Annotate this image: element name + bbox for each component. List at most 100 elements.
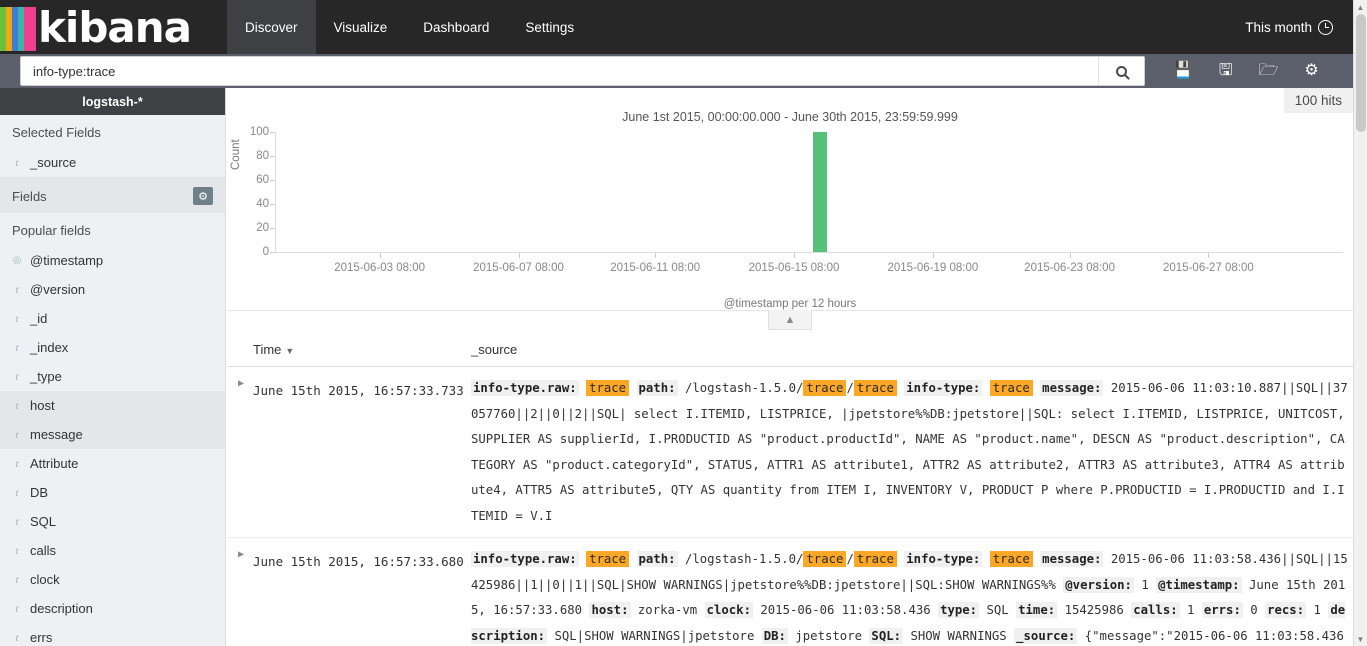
chart-bars (276, 132, 1343, 252)
x-tick-label: 2015-06-11 08:00 (610, 262, 701, 274)
source-field-value: /logstash-1.5.0/ (684, 552, 804, 566)
table-row[interactable]: ▶ June 15th 2015, 16:57:33.733 info-type.r… (227, 367, 1353, 538)
source-field-value: 15425986 (1064, 603, 1124, 617)
time-picker-label: This month (1245, 19, 1312, 35)
search-highlight: trace (853, 380, 897, 396)
source-field-key: type: (938, 602, 980, 618)
y-tick-label: 20 (256, 222, 269, 234)
popular-field-host[interactable]: t host (0, 391, 225, 420)
gear-icon[interactable]: ⚙ (193, 187, 213, 205)
popular-field-description[interactable]: t description (0, 594, 225, 623)
popular-field-id[interactable]: t _id (0, 304, 225, 333)
source-field-value: 0 (1250, 603, 1258, 617)
popular-field-timestamp[interactable]: ◎ @timestamp (0, 246, 225, 275)
cell-source: info-type.raw: trace path: /logstash-1.5… (471, 376, 1353, 529)
source-field-value: 1 (1313, 603, 1321, 617)
index-pattern-selector[interactable]: logstash-* (0, 88, 225, 115)
source-field-value: / (846, 552, 854, 566)
field-name: _type (30, 369, 62, 384)
source-field-key: info-type.raw: (471, 380, 579, 396)
clock-icon (1318, 19, 1333, 35)
cell-source: info-type.raw: trace path: /logstash-1.5… (471, 547, 1353, 646)
x-tick-label: 2015-06-03 08:00 (334, 262, 426, 274)
field-type-icon: t (15, 156, 19, 169)
scrollbar-thumb[interactable] (1356, 14, 1366, 132)
field-name: description (30, 601, 93, 616)
x-tick-label: 2015-06-19 08:00 (887, 262, 979, 274)
top-navigation-bar: kibana Discover Visualize Dashboard Setting… (0, 0, 1353, 61)
field-name: host (30, 398, 55, 413)
page-scrollbar[interactable]: ▲ ▼ (1353, 0, 1367, 646)
field-type-icon: t (15, 283, 19, 296)
open-search-icon[interactable]: 🗁 (1259, 63, 1279, 79)
time-picker[interactable]: This month (1245, 0, 1353, 54)
x-tick-label: 2015-06-23 08:00 (1024, 262, 1115, 274)
nav-item-discover[interactable]: Discover (226, 0, 316, 61)
field-name: DB (30, 485, 49, 500)
x-tick-mark (655, 253, 657, 258)
selected-fields-title: Selected Fields (12, 125, 101, 140)
table-row[interactable]: ▶ June 15th 2015, 16:57:33.680 info-type.r… (227, 538, 1353, 646)
source-field-key: info-type: (904, 380, 983, 396)
search-input[interactable] (21, 57, 1098, 85)
scroll-up-arrow[interactable]: ▲ (1354, 0, 1367, 14)
y-tick-label: 60 (256, 174, 269, 186)
field-name: _source (30, 155, 77, 170)
popular-field-errs[interactable]: t errs (0, 623, 225, 646)
nav-item-dashboard[interactable]: Dashboard (405, 0, 507, 54)
source-field-value: SQL|SHOW WARNINGS|jpetstore (554, 628, 755, 643)
document-rows: ▶ June 15th 2015, 16:57:33.733 info-type.r… (227, 367, 1353, 646)
field-type-icon: t (15, 399, 19, 412)
search-highlight: trace (586, 551, 630, 567)
field-type-icon: t (15, 341, 19, 354)
source-field-key: path: (636, 380, 678, 396)
column-header-time[interactable]: Time ▼ (227, 342, 471, 357)
new-search-icon[interactable]: 💾 (1173, 63, 1193, 79)
search-submit-button[interactable] (1098, 57, 1144, 85)
nav-items: Discover Visualize Dashboard Settings (226, 0, 592, 61)
field-name: Attribute (30, 456, 79, 471)
caret-right-icon[interactable]: ▶ (227, 547, 253, 646)
source-field-key: info-type.raw: (471, 551, 579, 567)
popular-field-SQL[interactable]: t SQL (0, 507, 225, 536)
source-field-key: message: (1040, 551, 1104, 567)
popular-field-Attribute[interactable]: t Attribute (0, 449, 225, 478)
y-tick-label: 0 (262, 246, 269, 258)
kibana-discover-page: kibana Discover Visualize Dashboard Setting… (0, 0, 1367, 646)
field-sidebar: logstash-* Selected Fields t _source Fiel… (0, 88, 226, 646)
x-tick-label: 2015-06-07 08:00 (473, 262, 564, 274)
popular-field-type[interactable]: t _type (0, 362, 225, 391)
field-type-icon: t (15, 457, 19, 470)
main-content: 100 hits June 1st 2015, 00:00:00.000 - J… (227, 88, 1353, 646)
index-pattern-label: logstash-* (82, 94, 143, 109)
field-name: @timestamp (30, 253, 104, 268)
search-tools: 💾 🖫 🗁 ⚙ (1159, 63, 1319, 79)
scroll-down-arrow[interactable]: ▼ (1354, 632, 1367, 646)
caret-right-icon[interactable]: ▶ (227, 376, 253, 529)
popular-field-DB[interactable]: t DB (0, 478, 225, 507)
source-field-value: SHOW WARNINGS (910, 628, 1007, 643)
source-field-key: message: (1040, 380, 1104, 396)
popular-field-clock[interactable]: t clock (0, 565, 225, 594)
search-highlight: trace (803, 551, 847, 567)
popular-field-version[interactable]: t @version (0, 275, 225, 304)
histogram-bar[interactable] (812, 132, 827, 252)
settings-gear-icon[interactable]: ⚙ (1304, 63, 1318, 79)
search-box (20, 56, 1145, 86)
popular-field-index[interactable]: t _index (0, 333, 225, 362)
chart-collapse-button[interactable]: ▲ (768, 310, 812, 330)
popular-fields-list: ◎ @timestamp t @version t _id t _index t _type t ho… (0, 246, 225, 646)
field-type-icon: t (15, 515, 19, 528)
nav-item-settings[interactable]: Settings (507, 0, 592, 54)
popular-field-calls[interactable]: t calls (0, 536, 225, 565)
field-name: _index (30, 340, 69, 355)
popular-field-message[interactable]: t message (0, 420, 225, 449)
nav-item-visualize[interactable]: Visualize (316, 0, 406, 54)
fields-section-header: Fields ⚙ (0, 177, 225, 213)
x-tick-label: 2015-06-15 08:00 (748, 262, 840, 274)
save-search-icon[interactable]: 🖫 (1219, 63, 1233, 79)
x-tick-label: 2015-06-27 08:00 (1163, 262, 1254, 274)
y-tick-label: 80 (256, 150, 269, 162)
source-field-key: SQL: (869, 627, 904, 644)
selected-field-source[interactable]: t _source (0, 148, 225, 177)
